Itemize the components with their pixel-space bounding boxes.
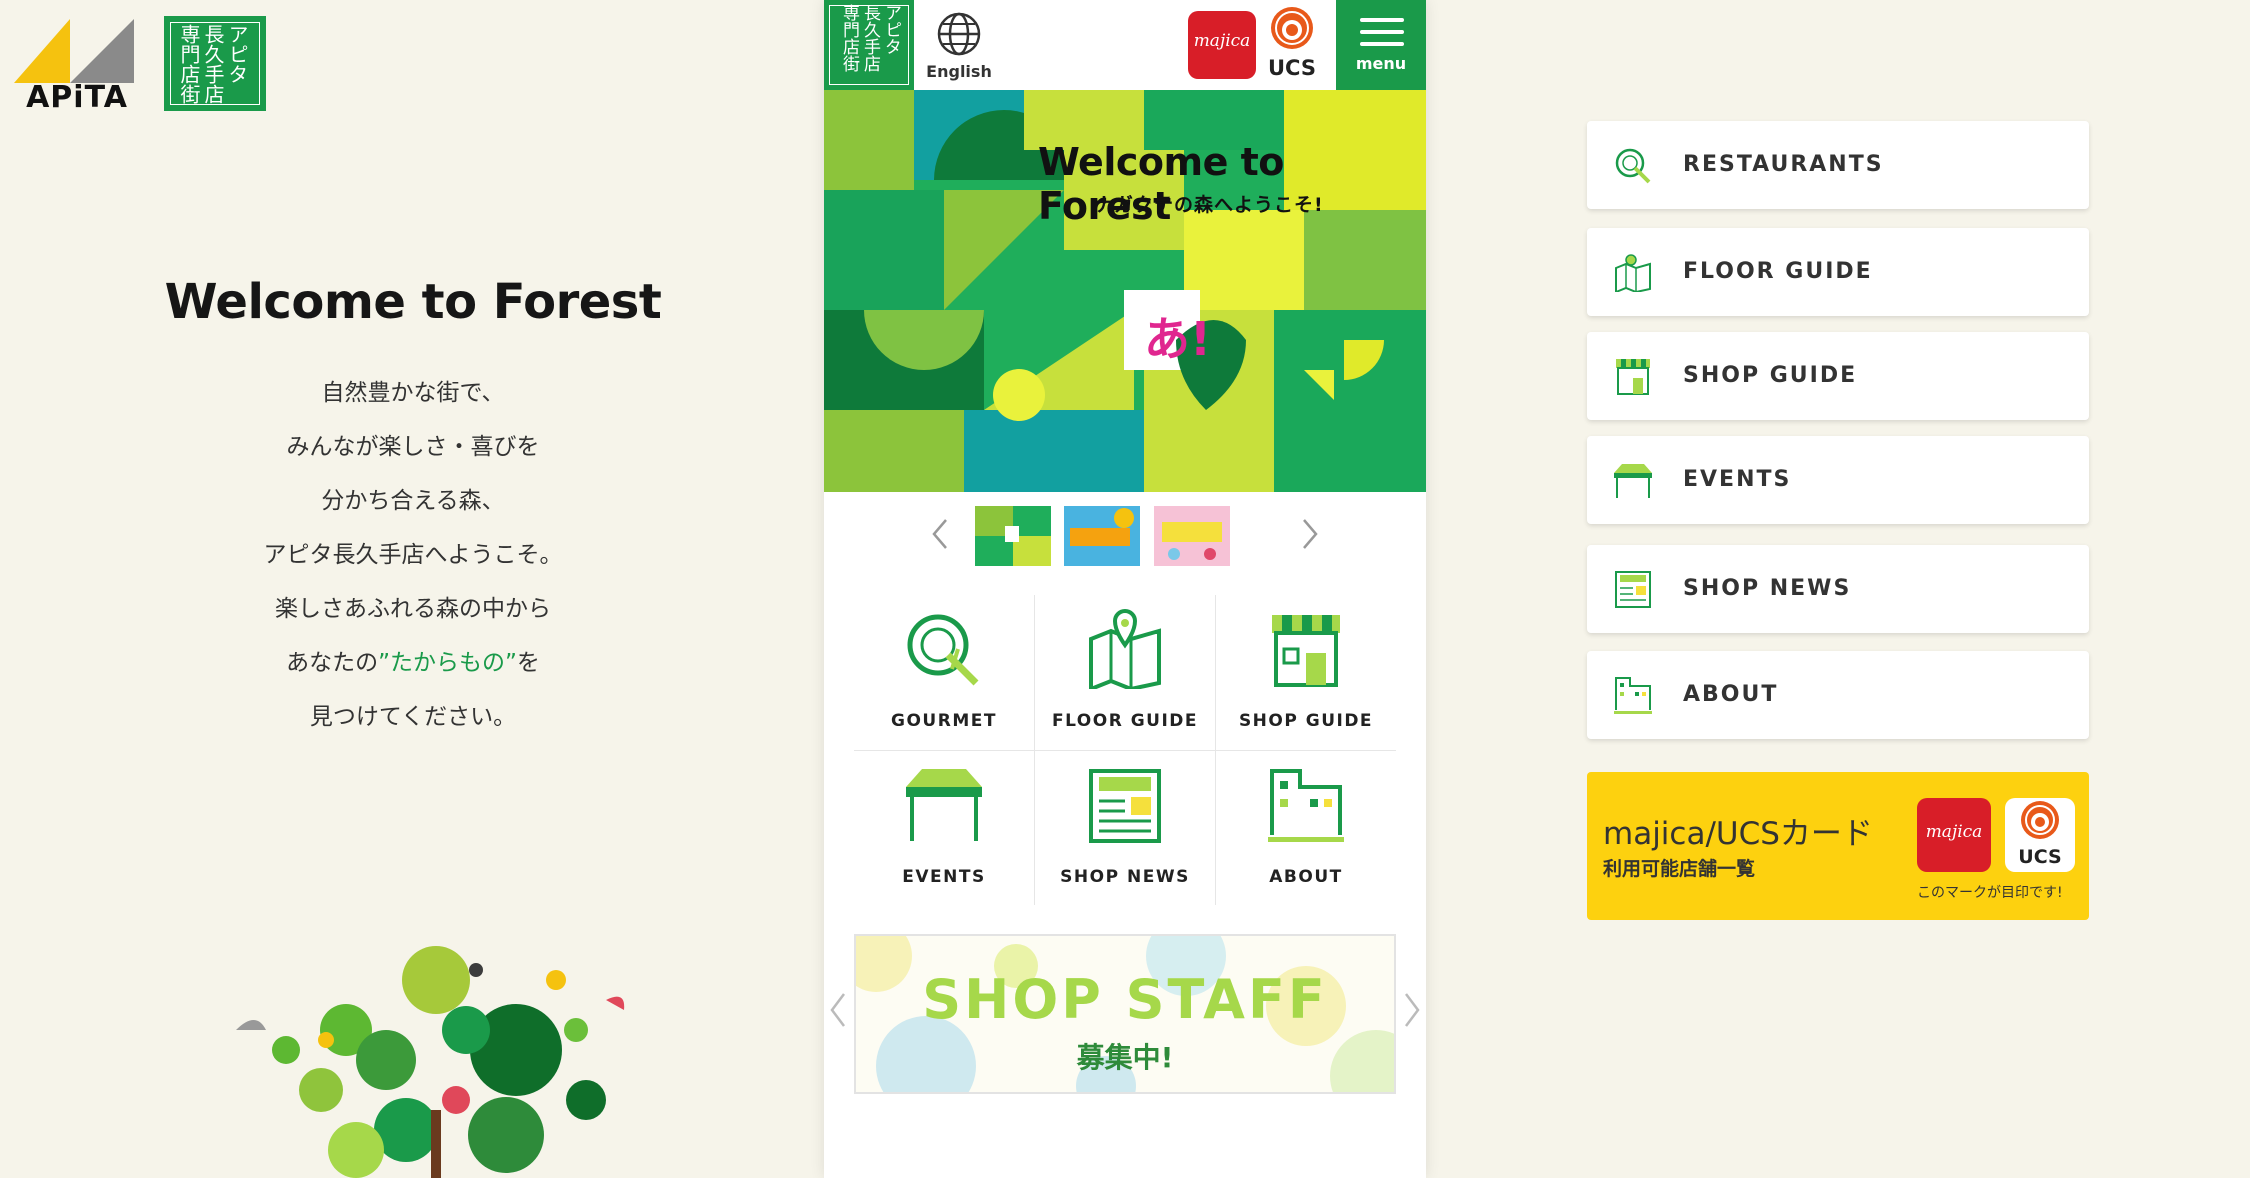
nav-floor-guide[interactable]: FLOOR GUIDE bbox=[1587, 228, 2089, 316]
building-icon bbox=[1614, 677, 1652, 714]
phone-logo[interactable]: アピタ 長久手店 専門店街 bbox=[824, 0, 914, 90]
language-label: English bbox=[926, 62, 992, 81]
majica-logo[interactable]: majica bbox=[1188, 11, 1256, 79]
card-ucs-logo: UCS bbox=[2005, 798, 2075, 872]
ucs-label: UCS bbox=[1268, 56, 1316, 80]
nav-events-label: EVENTS bbox=[1683, 467, 1792, 492]
grid-shop-guide[interactable]: SHOP GUIDE bbox=[1216, 595, 1396, 750]
badge-col-2: 長久手店 bbox=[201, 24, 225, 104]
tent-icon bbox=[1614, 464, 1652, 498]
thumb-slide-3[interactable] bbox=[1154, 506, 1230, 566]
phone-logo-col-2: 長久手店 bbox=[860, 4, 880, 72]
phone-header: アピタ 長久手店 専門店街 English majica UCS menu bbox=[824, 0, 1426, 90]
hero-subtitle: ナガクテの森へようこそ! bbox=[1094, 194, 1324, 216]
nav-shop-news[interactable]: SHOP NEWS bbox=[1587, 545, 2089, 633]
grid-gourmet-label: GOURMET bbox=[891, 711, 997, 731]
mall-badge-logo[interactable]: アピタ 長久手店 専門店街 bbox=[164, 16, 266, 111]
banner-subtitle: 募集中! bbox=[1076, 1041, 1174, 1074]
intro-line-5: 楽しさあふれる森の中から bbox=[275, 596, 551, 622]
intro-line-2: みんなが楽しさ・喜びを bbox=[286, 434, 540, 460]
gourmet-icon bbox=[907, 614, 979, 686]
tent-icon bbox=[906, 769, 982, 841]
ucs-mark-icon bbox=[1271, 7, 1313, 49]
intro-line-7: 見つけてください。 bbox=[309, 704, 517, 730]
intro-text: 自然豊かな街で、 みんなが楽しさ・喜びを 分かち合える森、 アピタ長久手店へよう… bbox=[0, 373, 826, 751]
language-switch[interactable]: English bbox=[924, 8, 994, 86]
grid-events[interactable]: EVENTS bbox=[854, 751, 1034, 906]
nav-about-label: ABOUT bbox=[1683, 682, 1779, 707]
majica-ucs-card-panel[interactable]: majica/UCSカード 利用可能店舗一覧 majica UCS このマークが… bbox=[1587, 772, 2089, 920]
intro-title: Welcome to Forest bbox=[164, 274, 662, 330]
floor-map-icon bbox=[1615, 254, 1651, 292]
grid-shop-news-label: SHOP NEWS bbox=[1060, 867, 1190, 887]
apita-wordmark: APiTA bbox=[26, 80, 128, 115]
menu-label: menu bbox=[1355, 54, 1407, 73]
nav-shop-guide-label: SHOP GUIDE bbox=[1683, 363, 1858, 388]
intro-line-1: 自然豊かな街で、 bbox=[321, 380, 505, 406]
card-panel-subtitle: 利用可能店舗一覧 bbox=[1603, 858, 1756, 880]
floor-map-icon bbox=[1089, 609, 1161, 689]
nav-events[interactable]: EVENTS bbox=[1587, 436, 2089, 524]
nav-floor-guide-label: FLOOR GUIDE bbox=[1683, 259, 1873, 284]
phone-logo-col-3: 専門店街 bbox=[839, 4, 859, 72]
card-panel-note: このマークが目印です! bbox=[1917, 885, 2063, 901]
phone-logo-col-1: アピタ bbox=[881, 4, 901, 55]
grid-gourmet[interactable]: GOURMET bbox=[854, 595, 1034, 750]
thumb-slide-2[interactable] bbox=[1064, 506, 1140, 566]
ucs-mark-icon bbox=[2021, 801, 2059, 839]
badge-col-3: 専門店街 bbox=[177, 24, 201, 104]
treasure-highlight: ”たからもの” bbox=[378, 650, 517, 676]
hero-banner[interactable]: あ! Welcome to Forest ナガクテの森へようこそ! bbox=[824, 90, 1426, 492]
hamburger-icon bbox=[1360, 18, 1404, 22]
svg-text:あ!: あ! bbox=[1144, 312, 1211, 366]
card-majica-logo: majica bbox=[1917, 798, 1991, 872]
shop-icon bbox=[1272, 615, 1340, 687]
nav-shop-news-label: SHOP NEWS bbox=[1683, 576, 1852, 601]
apita-mark-icon bbox=[14, 19, 134, 83]
banner-title: SHOP STAFF bbox=[922, 968, 1328, 1031]
grid-floor-guide[interactable]: FLOOR GUIDE bbox=[1035, 595, 1215, 750]
grid-about-label: ABOUT bbox=[1269, 867, 1343, 887]
gourmet-icon bbox=[1615, 148, 1651, 184]
banner-prev-arrow-icon[interactable] bbox=[826, 990, 850, 1030]
card-majica-label: majica bbox=[1925, 822, 1983, 842]
grid-floor-guide-label: FLOOR GUIDE bbox=[1051, 711, 1199, 731]
news-icon bbox=[1615, 571, 1651, 608]
news-icon bbox=[1089, 769, 1161, 843]
grid-about[interactable]: ABOUT bbox=[1216, 751, 1396, 906]
badge-col-1: アピタ bbox=[225, 24, 249, 84]
nav-about[interactable]: ABOUT bbox=[1587, 651, 2089, 739]
shop-icon bbox=[1616, 359, 1650, 395]
phone-preview: アピタ 長久手店 専門店街 English majica UCS menu あ!… bbox=[824, 0, 1426, 1178]
grid-shop-news[interactable]: SHOP NEWS bbox=[1035, 751, 1215, 906]
thumb-prev-arrow-icon[interactable] bbox=[928, 518, 952, 550]
nav-restaurants-label: RESTAURANTS bbox=[1683, 152, 1884, 177]
thumb-next-arrow-icon[interactable] bbox=[1298, 518, 1322, 550]
menu-button[interactable]: menu bbox=[1336, 0, 1426, 90]
intro-line-6: あなたの”たからもの”を bbox=[286, 650, 540, 676]
shop-staff-banner[interactable]: SHOP STAFF 募集中! bbox=[854, 934, 1396, 1094]
grid-shop-guide-label: SHOP GUIDE bbox=[1238, 711, 1374, 731]
nav-shop-guide[interactable]: SHOP GUIDE bbox=[1587, 332, 2089, 420]
card-panel-title: majica/UCSカード bbox=[1603, 816, 1873, 852]
intro-line-4: アピタ長久手店へようこそ。 bbox=[263, 542, 563, 568]
majica-label: majica bbox=[1193, 31, 1251, 51]
grid-events-label: EVENTS bbox=[902, 867, 986, 887]
intro-line-3: 分かち合える森、 bbox=[321, 488, 505, 514]
quick-menu-grid: GOURMET FLOOR GUIDE SHOP GUIDE EVENTS SH… bbox=[854, 595, 1396, 905]
thumb-slide-1[interactable] bbox=[975, 506, 1051, 566]
forest-tree-illustration bbox=[236, 946, 625, 1178]
banner-next-arrow-icon[interactable] bbox=[1400, 990, 1424, 1030]
nav-restaurants[interactable]: RESTAURANTS bbox=[1587, 121, 2089, 209]
globe-icon bbox=[937, 12, 981, 56]
building-icon bbox=[1268, 769, 1344, 842]
card-ucs-label: UCS bbox=[2018, 846, 2062, 868]
ucs-logo[interactable]: UCS bbox=[1260, 6, 1324, 82]
